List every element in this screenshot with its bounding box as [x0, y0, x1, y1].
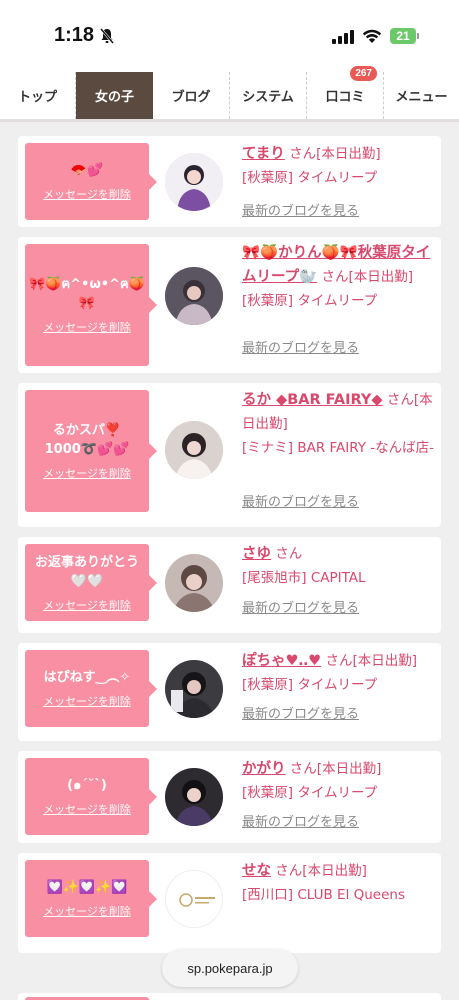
honorific: さん [325, 653, 353, 669]
wifi-icon [362, 29, 382, 43]
delete-message-link[interactable]: メッセージを削除 [43, 801, 131, 817]
attendance-tag: [本日出勤] [352, 653, 418, 669]
list-item[interactable]: お返事ありがとう🤍🤍 メッセージを削除 さゆ さん [尾張旭市] CAPITAL… [18, 537, 441, 633]
attendance-tag: [本日出勤] [316, 761, 382, 777]
nav-tabs: トップ 女の子 ブログ システム 口コミ 267 メニュー [0, 66, 459, 122]
message-bubble: るかスパ❣️ 1000➰💕💕 メッセージを削除 [25, 390, 157, 512]
list-item[interactable]: 💟✨💟✨💟 メッセージを削除 せな さん[本日出勤] [西川口] CLUB El… [18, 853, 441, 953]
list-item[interactable]: 🎀🍑ฅ^•ω•^ฅ🍑🎀 メッセージを削除 🎀🍑かりん🍑🎀秋葉原タイムリープ🦭 さ… [18, 237, 441, 373]
list-item[interactable]: るかスパ❣️ 1000➰💕💕 メッセージを削除 るか ◆BAR FAIRY◆ さ… [18, 383, 441, 527]
shop-name: [秋葉原] タイムリープ [242, 677, 378, 693]
signal-icon [332, 29, 354, 44]
honorific: さん [275, 863, 303, 879]
message-text: 💟✨💟✨💟 [46, 880, 128, 895]
latest-blog-link[interactable]: 最新のブログを見る [242, 703, 359, 722]
girl-name-link[interactable]: さゆ [242, 546, 271, 562]
delete-message-link[interactable]: メッセージを削除 [43, 465, 131, 481]
battery-level: 21 [390, 28, 416, 44]
shop-logo-avatar[interactable] [165, 870, 223, 928]
honorific: さん [289, 146, 317, 162]
avatar[interactable] [165, 768, 223, 826]
list-item[interactable]: (๑ˊ˘ˋ) メッセージを削除 かがり さん[本日出勤] [秋葉原] タイムリー… [18, 751, 441, 843]
avatar[interactable] [165, 267, 223, 325]
honorific: さん [321, 269, 349, 285]
status-bar: 1:18 21 [0, 0, 459, 72]
latest-blog-link[interactable]: 最新のブログを見る [242, 597, 359, 616]
shop-name: [秋葉原] タイムリープ [242, 170, 378, 186]
message-text: るかスパ❣️ 1000➰💕💕 [44, 423, 130, 457]
list-item[interactable]: 🪭💕 メッセージを削除 てまり さん[本日出勤] [秋葉原] タイムリープ 最新… [18, 136, 441, 227]
avatar[interactable] [165, 554, 223, 612]
tab-menu[interactable]: メニュー [384, 72, 459, 119]
status-time: 1:18 [54, 24, 95, 46]
reviews-count-badge: 267 [350, 66, 377, 81]
girl-name-link[interactable]: ぽちゃ♥︎‥♥︎ [242, 653, 321, 669]
honorific: さん [275, 546, 303, 562]
tab-reviews[interactable]: 口コミ 267 [307, 66, 384, 119]
delete-message-link[interactable]: メッセージを削除 [43, 319, 131, 335]
shop-name: [西川口] CLUB El Queens [242, 887, 405, 903]
avatar[interactable] [165, 421, 223, 479]
tab-top[interactable]: トップ [0, 72, 76, 119]
delete-message-link[interactable]: メッセージを削除 [43, 597, 131, 613]
message-text: 🪭💕 [70, 163, 104, 178]
address-bar[interactable]: sp.pokepara.jp [162, 949, 298, 987]
message-text: (๑ˊ˘ˋ) [67, 778, 107, 793]
message-bubble: (๑ˊ˘ˋ) メッセージを削除 [25, 758, 157, 835]
url-text: sp.pokepara.jp [187, 960, 273, 976]
latest-blog-link[interactable]: 最新のブログを見る [242, 337, 359, 356]
tab-blog[interactable]: ブログ [153, 72, 230, 119]
shop-name: [秋葉原] タイムリープ [242, 293, 378, 309]
honorific: さん [386, 392, 414, 408]
delete-message-link[interactable]: メッセージを削除 [43, 903, 131, 919]
girl-name-link[interactable]: てまり [242, 146, 285, 162]
girl-name-link[interactable]: るか ◆BAR FAIRY◆ [242, 392, 383, 408]
list-item[interactable]: はぴねす‿︵✧ メッセージを削除 ぽちゃ♥︎‥♥︎ さん[本日出勤] [秋葉原]… [18, 643, 441, 741]
tab-girls[interactable]: 女の子 [76, 72, 153, 119]
message-bubble: 🪭💕 メッセージを削除 [25, 143, 157, 220]
message-bubble: 💟✨💟✨💟 メッセージを削除 [25, 860, 157, 937]
message-bubble: はぴねす‿︵✧ メッセージを削除 [25, 650, 157, 727]
delete-message-link[interactable]: メッセージを削除 [43, 693, 131, 709]
attendance-tag: [本日出勤] [348, 269, 414, 285]
bell-slash-icon [100, 28, 114, 44]
attendance-tag: [本日出勤] [302, 863, 367, 879]
latest-blog-link[interactable]: 最新のブログを見る [242, 811, 359, 830]
attendance-tag: [本日出勤] [316, 146, 381, 162]
avatar[interactable] [165, 153, 223, 211]
message-bubble: お返事ありがとう🤍🤍 メッセージを削除 [25, 544, 157, 621]
girl-name-link[interactable]: せな [242, 863, 271, 879]
shop-name: [ミナミ] BAR FAIRY -なんば店- [242, 440, 435, 456]
avatar[interactable] [165, 660, 223, 718]
message-text: 🎀🍑ฅ^•ω•^ฅ🍑🎀 [29, 277, 145, 311]
message-bubble: 🎀🍑ฅ^•ω•^ฅ🍑🎀 メッセージを削除 [25, 244, 157, 366]
shop-name: [秋葉原] タイムリープ [242, 785, 378, 801]
latest-blog-link[interactable]: 最新のブログを見る [242, 200, 359, 219]
honorific: さん [289, 761, 317, 777]
shop-name: [尾張旭市] CAPITAL [242, 570, 366, 586]
list-item[interactable] [18, 993, 441, 1000]
girl-name-link[interactable]: かがり [242, 761, 286, 777]
tab-system[interactable]: システム [230, 72, 307, 119]
battery-icon: 21 [390, 28, 419, 44]
message-text: はぴねす‿︵✧ [43, 670, 131, 685]
message-text: お返事ありがとう🤍🤍 [34, 554, 139, 589]
delete-message-link[interactable]: メッセージを削除 [43, 186, 131, 202]
latest-blog-link[interactable]: 最新のブログを見る [242, 491, 359, 510]
message-list: 🪭💕 メッセージを削除 てまり さん[本日出勤] [秋葉原] タイムリープ 最新… [18, 136, 441, 963]
